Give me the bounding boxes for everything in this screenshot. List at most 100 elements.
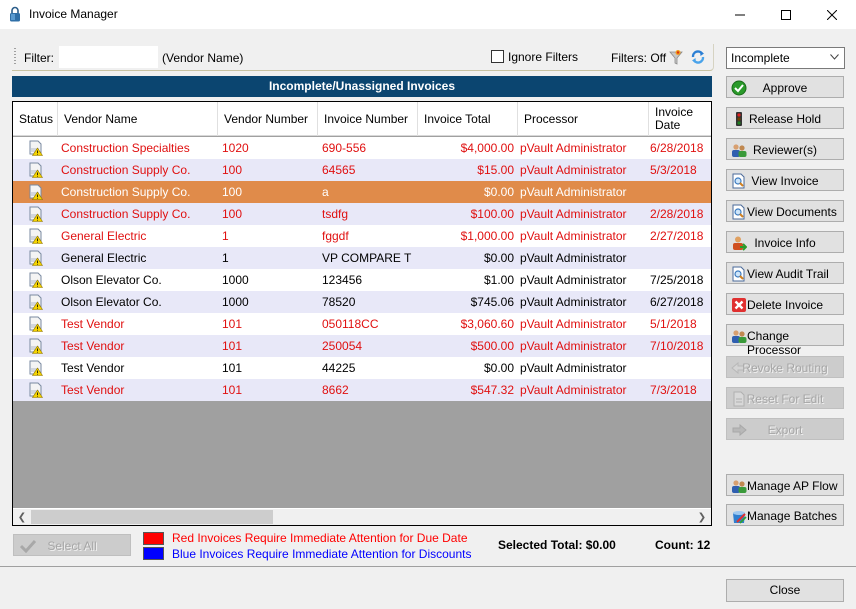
view-invoice-button[interactable]: View Invoice [726,169,844,191]
cell-invoice-number: 250054 [322,339,363,353]
horizontal-scrollbar[interactable]: ❮ ❯ [13,508,711,525]
cell-invoice-total: $3,060.60 [460,317,514,331]
cell-processor: pVault Administrator [520,141,627,155]
column-header-invoice-date[interactable]: Invoice Date [649,102,711,136]
cell-vendor-number: 101 [222,383,243,397]
grid-header: Status Vendor Name Vendor Number Invoice… [13,102,711,136]
cell-invoice-number: tsdfg [322,207,349,221]
select-all-button[interactable]: Select All [13,534,131,556]
approve-button[interactable]: Approve [726,76,844,98]
view-audit-trail-label: View Audit Trail [747,267,829,281]
view-documents-button[interactable]: View Documents [726,200,844,222]
invoice-info-label: Invoice Info [754,236,816,250]
cell-invoice-number: 123456 [322,273,363,287]
ignore-filters-checkbox[interactable] [491,50,504,63]
cell-vendor-name: Construction Supply Co. [61,185,191,199]
table-row[interactable]: General Electric 1 fggdf $1,000.00 pVault Ad… [13,225,711,247]
users-icon [732,330,747,343]
revoke-routing-label: Revoke Routing [742,361,828,375]
cell-invoice-date [650,357,710,379]
column-header-vendor-name[interactable]: Vendor Name [58,102,218,136]
legend-blue-swatch [143,547,164,560]
legend-blue-text: Blue Invoices Require Immediate Attentio… [172,547,472,561]
vendor-filter-input[interactable] [59,46,158,68]
document-magnifier-icon [732,204,745,220]
table-row[interactable]: Test Vendor 101 44225 $0.00 pVault Administr… [13,357,711,379]
reset-for-edit-label: Reset For Edit [746,392,824,406]
maximize-icon [781,9,791,20]
column-header-processor[interactable]: Processor [518,102,649,136]
document-warning-icon [29,140,43,156]
document-magnifier-icon [732,266,745,282]
scroll-right-icon[interactable]: ❯ [695,511,709,524]
document-warning-icon [29,360,43,376]
scrollbar-thumb[interactable] [31,510,273,524]
grid-rows: Construction Specialties 1020 690-556 $4,00… [13,137,711,401]
table-row[interactable]: Test Vendor 101 8662 $547.32 pVault Administ… [13,379,711,401]
cell-vendor-name: Test Vendor [61,383,125,397]
release-hold-label: Release Hold [748,112,822,126]
invoice-info-button[interactable]: Invoice Info [726,231,844,253]
refresh-icon[interactable] [690,49,706,65]
table-row[interactable]: General Electric 1 VP COMPARE T $0.00 pVault… [13,247,711,269]
scroll-left-icon[interactable]: ❮ [15,511,29,524]
document-warning-icon [29,250,43,266]
document-warning-icon [29,162,43,178]
funnel-icon[interactable] [669,49,683,65]
manage-batches-button[interactable]: Manage Batches [726,504,844,526]
close-button[interactable]: Close [726,579,844,602]
cell-invoice-total: $1.00 [483,273,514,287]
document-warning-icon [29,338,43,354]
manage-ap-flow-button[interactable]: Manage AP Flow [726,474,844,496]
export-button[interactable]: Export [726,418,844,440]
cell-vendor-number: 1000 [222,273,249,287]
ignore-filters-label[interactable]: Ignore Filters [508,50,578,64]
table-row[interactable]: Construction Specialties 1020 690-556 $4,00… [13,137,711,159]
table-row[interactable]: Construction Supply Co. 100 a $0.00 pVault A… [13,181,711,203]
invoice-count: Count: 12 [655,538,711,552]
cell-invoice-number: 44225 [322,361,356,375]
invoice-grid: Status Vendor Name Vendor Number Invoice… [12,101,712,526]
column-header-invoice-total[interactable]: Invoice Total [418,102,518,136]
close-window-button[interactable] [809,0,855,29]
grid-title: Incomplete/Unassigned Invoices [12,76,712,97]
cell-vendor-name: General Electric [61,229,147,243]
column-header-status[interactable]: Status [13,102,58,136]
cell-invoice-date [650,181,710,203]
revoke-routing-button[interactable]: Revoke Routing [726,356,844,378]
cell-invoice-number: 78520 [322,295,356,309]
delete-invoice-button[interactable]: Delete Invoice [726,293,844,315]
document-warning-icon [29,294,43,310]
view-filter-select[interactable]: Incomplete [726,47,845,69]
column-header-vendor-number[interactable]: Vendor Number [218,102,318,136]
cell-vendor-number: 101 [222,339,243,353]
document-warning-icon [29,316,43,332]
reviewers-button[interactable]: Reviewer(s) [726,138,844,160]
minimize-button[interactable] [717,0,763,29]
table-row[interactable]: Test Vendor 101 250054 $500.00 pVault Admini… [13,335,711,357]
cell-vendor-name: Construction Supply Co. [61,207,191,221]
cell-vendor-number: 1020 [222,141,249,155]
selected-total: Selected Total: $0.00 [498,538,616,552]
view-audit-trail-button[interactable]: View Audit Trail [726,262,844,284]
change-processor-button[interactable]: Change Processor [726,324,844,357]
users-icon [732,480,747,493]
table-row[interactable]: Construction Supply Co. 100 tsdfg $100.00 pV… [13,203,711,225]
cell-vendor-number: 1 [222,251,229,265]
toolbar-grip[interactable] [14,48,16,66]
cell-vendor-number: 101 [222,317,243,331]
table-row[interactable]: Construction Supply Co. 100 64565 $15.00 pVa… [13,159,711,181]
release-hold-button[interactable]: Release Hold [726,107,844,129]
reset-for-edit-button[interactable]: Reset For Edit [726,387,844,409]
cell-invoice-total: $0.00 [483,185,514,199]
export-label: Export [767,423,803,437]
close-icon [827,9,837,20]
table-row[interactable]: Olson Elevator Co. 1000 123456 $1.00 pVault … [13,269,711,291]
table-row[interactable]: Test Vendor 101 050118CC $3,060.60 pVault Ad… [13,313,711,335]
column-header-invoice-number[interactable]: Invoice Number [318,102,418,136]
maximize-button[interactable] [763,0,809,29]
cell-processor: pVault Administrator [520,229,627,243]
cell-invoice-date: 6/27/2018 [650,295,704,309]
table-row[interactable]: Olson Elevator Co. 1000 78520 $745.06 pVault… [13,291,711,313]
approve-label: Approve [762,81,808,95]
